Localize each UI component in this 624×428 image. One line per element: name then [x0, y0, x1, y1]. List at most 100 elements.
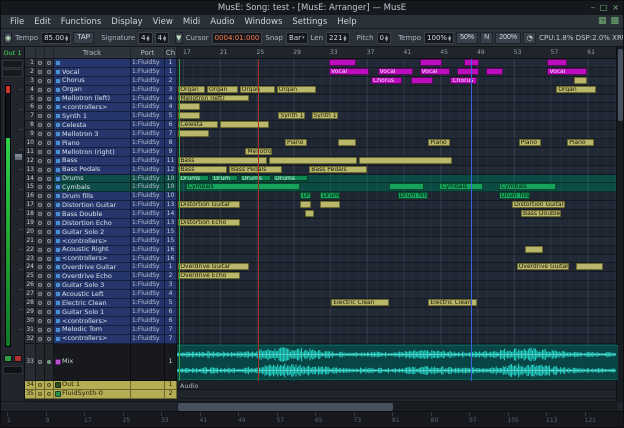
track-column-header[interactable]: Track: [54, 47, 131, 58]
tempo-spinbox[interactable]: 85.00▲▼: [41, 32, 71, 44]
mute-icon[interactable]: [45, 299, 54, 308]
part[interactable]: Distortion Guitar: [178, 201, 240, 208]
menu-file[interactable]: File: [5, 17, 29, 27]
mute-icon[interactable]: [45, 157, 54, 166]
timeline-ruler[interactable]: 172125293337414549535761: [177, 47, 618, 59]
part[interactable]: Vocal: [420, 68, 451, 75]
record-arm-icon[interactable]: [36, 139, 45, 148]
part[interactable]: [574, 77, 587, 84]
part[interactable]: Drum fills: [398, 192, 429, 199]
arranger-track-lane[interactable]: [177, 335, 618, 344]
mute-icon[interactable]: [45, 272, 54, 281]
track-list-row[interactable]: 8Celesta1:FluidSy6: [25, 121, 177, 130]
mute-icon[interactable]: [45, 139, 54, 148]
track-list-row[interactable]: 33Mix1: [25, 344, 177, 381]
track-list-row[interactable]: 14Drums1:FluidSy10: [25, 175, 177, 184]
record-arm-icon[interactable]: [36, 112, 45, 121]
part[interactable]: Chorus: [371, 77, 402, 84]
mute-icon[interactable]: [45, 121, 54, 130]
part[interactable]: [329, 59, 355, 66]
part[interactable]: Vocal: [547, 68, 587, 75]
volume-fader[interactable]: [14, 153, 23, 161]
menu-display[interactable]: Display: [106, 17, 147, 27]
track-list-row[interactable]: 7Synth 11:FluidSy5: [25, 112, 177, 121]
mute-icon[interactable]: [45, 381, 54, 390]
menu-help[interactable]: Help: [332, 17, 361, 27]
track-list-row[interactable]: 31Melodic Tom1:FluidSy7: [25, 326, 177, 335]
signature-denominator-spinbox[interactable]: 4▲▼: [155, 32, 170, 44]
mute-icon[interactable]: [45, 290, 54, 299]
part[interactable]: Drums: [240, 175, 271, 182]
part[interactable]: Drum: [211, 175, 237, 182]
menu-windows[interactable]: Windows: [239, 17, 287, 27]
arranger-track-lane[interactable]: PianoPianoPianoPiano: [177, 139, 618, 148]
menu-functions[interactable]: Functions: [56, 17, 107, 27]
part[interactable]: Overdrive Guitar: [517, 263, 570, 270]
arranger-track-lane[interactable]: [177, 237, 618, 246]
part[interactable]: Mellotron (right): [245, 148, 271, 155]
part[interactable]: Piano: [428, 139, 450, 146]
tap-button[interactable]: TAP: [73, 32, 94, 44]
arranger-track-lane[interactable]: DrumsDrumDrumsDrums: [177, 175, 618, 184]
arranger-track-lane[interactable]: [177, 246, 618, 255]
part[interactable]: Drums: [273, 175, 308, 182]
part[interactable]: Overdrive Guitar: [178, 263, 249, 270]
effect-slot[interactable]: [2, 69, 23, 77]
record-arm-icon[interactable]: [36, 68, 45, 77]
arranger-track-lane[interactable]: [177, 130, 618, 139]
record-arm-icon[interactable]: [36, 281, 45, 290]
mute-icon[interactable]: [45, 326, 54, 335]
mute-icon[interactable]: [45, 103, 54, 112]
track-list-row[interactable]: 34Out 11: [25, 381, 177, 390]
record-arm-icon[interactable]: [36, 59, 45, 68]
arranger-track-lane[interactable]: [177, 308, 618, 317]
mute-icon[interactable]: [45, 175, 54, 184]
window-minimize-icon[interactable]: –: [591, 4, 595, 12]
arranger-track-lane[interactable]: Electric CleanElectric Clean: [177, 299, 618, 308]
track-list-row[interactable]: 27Acoustic Left1:FluidSy4: [25, 290, 177, 299]
mute-icon[interactable]: [45, 263, 54, 272]
record-arm-icon[interactable]: [36, 272, 45, 281]
cursor-position-field[interactable]: 0004:01:000: [212, 32, 263, 44]
record-arm-icon[interactable]: [36, 381, 45, 390]
window-maximize-icon[interactable]: □: [600, 4, 608, 12]
track-list-row[interactable]: 21<controllers>1:FluidSy15: [25, 237, 177, 246]
mute-icon[interactable]: [45, 246, 54, 255]
tempo-scale-spinbox[interactable]: 100%▲▼: [424, 32, 454, 44]
part[interactable]: [305, 210, 314, 217]
arranger-track-lane[interactable]: Bass: [177, 157, 618, 166]
arranger-track-lane[interactable]: [177, 255, 618, 264]
arranger-track-lane[interactable]: [177, 317, 618, 326]
arranger-track-lane[interactable]: Bass Double: [177, 210, 618, 219]
record-arm-icon[interactable]: [36, 255, 45, 264]
mute-icon[interactable]: [45, 237, 54, 246]
part[interactable]: [411, 77, 433, 84]
arranger-track-lane[interactable]: [177, 381, 618, 390]
record-arm-icon[interactable]: [36, 77, 45, 86]
mute-icon[interactable]: [45, 390, 54, 399]
effect-slot[interactable]: [2, 60, 23, 68]
mute-icon[interactable]: [45, 344, 54, 381]
overview-bar[interactable]: 191725334149576573818997105113121: [1, 411, 623, 428]
part[interactable]: Distortion Guitar: [512, 201, 565, 208]
mute-icon[interactable]: [45, 183, 54, 192]
track-list-row[interactable]: 2Vocal1:FluidSy1: [25, 68, 177, 77]
arranger-track-lane[interactable]: CymbalsCymbalsCymbals: [177, 183, 618, 192]
mute-icon[interactable]: [45, 148, 54, 157]
arranger-track-lane[interactable]: Mellotron (left): [177, 95, 618, 104]
part[interactable]: Organ: [556, 86, 596, 93]
part[interactable]: Synth 1: [312, 112, 338, 119]
arranger-track-lane[interactable]: Distortion Guitar Distortion Guitar: [177, 201, 618, 210]
part[interactable]: Electric Clean: [331, 299, 388, 306]
mute-icon[interactable]: [45, 228, 54, 237]
menu-midi[interactable]: Midi: [178, 17, 205, 27]
arranger-track-lane[interactable]: Synth 1Synth 1: [177, 112, 618, 121]
track-list-row[interactable]: 20Guitar Solo 21:FluidSy15: [25, 228, 177, 237]
part[interactable]: Cymbals: [499, 183, 556, 190]
track-list-row[interactable]: 5Mellotron (left)1:FluidSy4: [25, 95, 177, 104]
record-arm-icon[interactable]: [36, 335, 45, 344]
record-arm-icon[interactable]: [36, 201, 45, 210]
arranger-track-lane[interactable]: DrDrumDrum fillsDrum fills: [177, 192, 618, 201]
track-list-row[interactable]: 3Chorus1:FluidSy2: [25, 77, 177, 86]
track-list-row[interactable]: 28Electric Clean1:FluidSy5: [25, 299, 177, 308]
